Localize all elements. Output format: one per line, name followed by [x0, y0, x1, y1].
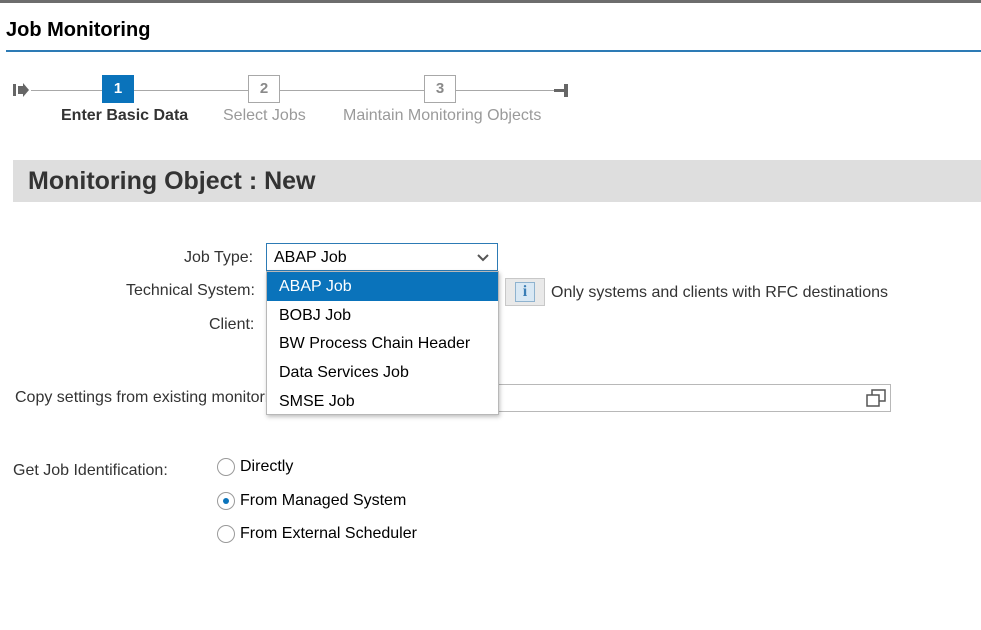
page-title: Job Monitoring: [6, 19, 151, 41]
dropdown-option-bobj-job[interactable]: BOBJ Job: [267, 301, 498, 330]
roadmap-step-3[interactable]: 3: [424, 75, 456, 103]
roadmap-connector: [31, 90, 102, 91]
roadmap-connector: [134, 90, 249, 91]
rfc-note: Only systems and clients with RFC destin…: [551, 284, 889, 301]
roadmap-step-3-label[interactable]: Maintain Monitoring Objects: [343, 107, 541, 125]
section-header: Monitoring Object : New: [13, 160, 981, 202]
roadmap-step-1[interactable]: 1: [102, 75, 134, 103]
title-divider: [6, 50, 981, 52]
roadmap-step-2-label[interactable]: Select Jobs: [223, 107, 306, 125]
info-button[interactable]: i: [505, 278, 545, 306]
dropdown-option-bw-process-chain-header[interactable]: BW Process Chain Header: [267, 329, 498, 358]
job-type-value: ABAP Job: [274, 249, 347, 266]
value-help-icon[interactable]: [866, 389, 886, 407]
roadmap-step-2[interactable]: 2: [248, 75, 280, 103]
client-label: Client:: [209, 316, 255, 333]
job-type-select[interactable]: ABAP Job: [266, 243, 498, 271]
copy-settings-label: Copy settings from existing monitorir: [15, 389, 274, 406]
dropdown-option-data-services-job[interactable]: Data Services Job: [267, 358, 498, 387]
info-icon: i: [515, 282, 535, 302]
job-identification-label: Get Job Identification:: [13, 462, 168, 479]
dropdown-option-abap-job[interactable]: ABAP Job: [267, 272, 498, 301]
radio-directly-label[interactable]: Directly: [240, 458, 293, 476]
copy-settings-input[interactable]: [496, 384, 891, 412]
radio-directly[interactable]: [217, 458, 235, 476]
radio-from-external-scheduler-label[interactable]: From External Scheduler: [240, 525, 417, 543]
roadmap-connector: [456, 90, 556, 91]
radio-from-external-scheduler[interactable]: [217, 525, 235, 543]
dropdown-option-smse-job[interactable]: SMSE Job: [267, 387, 498, 416]
job-type-dropdown: ABAP Job BOBJ Job BW Process Chain Heade…: [266, 271, 499, 415]
radio-from-managed-system-label[interactable]: From Managed System: [240, 492, 406, 510]
window-top-edge: [0, 0, 981, 3]
roadmap-end-icon: [554, 84, 568, 97]
section-title: Monitoring Object : New: [28, 167, 316, 195]
radio-from-managed-system[interactable]: [217, 492, 235, 510]
roadmap-start-icon: [13, 83, 29, 97]
job-type-label: Job Type:: [184, 249, 254, 266]
roadmap-step-1-label[interactable]: Enter Basic Data: [61, 107, 188, 125]
chevron-down-icon[interactable]: [477, 252, 489, 262]
roadmap-connector: [279, 90, 425, 91]
technical-system-label: Technical System:: [126, 282, 255, 299]
